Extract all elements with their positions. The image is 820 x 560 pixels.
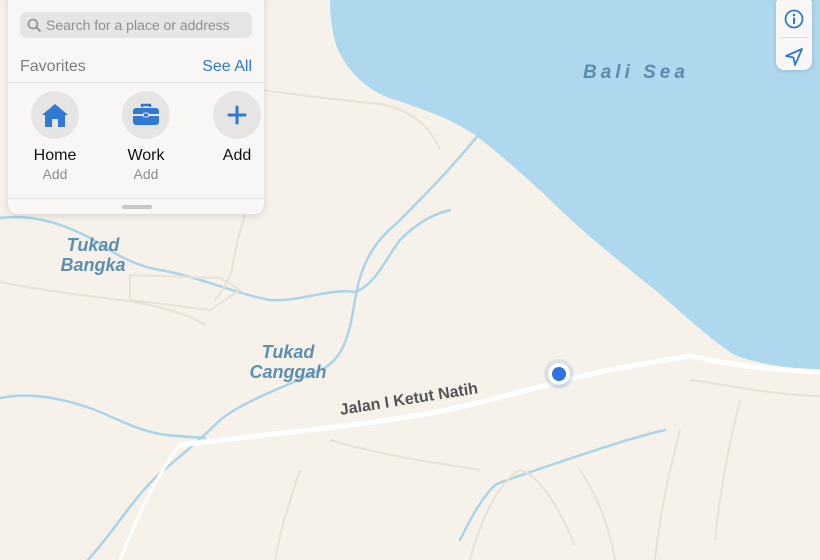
favorite-home-circle[interactable] xyxy=(31,91,79,139)
map-controls xyxy=(776,0,812,70)
favorite-home[interactable]: Home Add xyxy=(10,91,100,183)
favorites-heading: Favorites xyxy=(20,58,86,75)
briefcase-icon xyxy=(133,103,159,125)
house-icon xyxy=(42,104,68,127)
favorite-home-subtitle: Add xyxy=(42,166,68,182)
plus-icon xyxy=(227,105,247,125)
favorite-work-subtitle: Add xyxy=(133,166,159,182)
panel-grabber-handle[interactable] xyxy=(122,205,152,209)
search-icon xyxy=(23,12,45,38)
river-label-tukad-canggah: Tukad Canggah xyxy=(249,342,327,382)
divider xyxy=(8,198,264,199)
search-panel: Favorites See All Home Add Work Add xyxy=(8,0,264,214)
favorite-work-circle[interactable] xyxy=(122,91,170,139)
favorite-add-circle[interactable] xyxy=(213,91,261,139)
location-arrow-icon xyxy=(785,47,803,66)
favorite-add[interactable]: Add xyxy=(192,91,282,165)
current-location-dot[interactable] xyxy=(548,363,570,385)
sea-label: Bali Sea xyxy=(583,62,689,83)
search-input[interactable] xyxy=(46,17,246,33)
current-location-button[interactable] xyxy=(776,38,812,75)
river-label-tukad-bangka: Tukad Bangka xyxy=(60,235,126,275)
divider xyxy=(8,82,264,83)
info-icon xyxy=(784,9,804,28)
favorite-work-title: Work xyxy=(127,147,165,164)
map-info-button[interactable] xyxy=(776,0,812,37)
favorite-work[interactable]: Work Add xyxy=(101,91,191,183)
favorite-home-title: Home xyxy=(33,147,77,164)
search-bar[interactable] xyxy=(20,12,252,38)
favorite-add-title: Add xyxy=(222,147,252,164)
see-all-link[interactable]: See All xyxy=(202,58,252,76)
